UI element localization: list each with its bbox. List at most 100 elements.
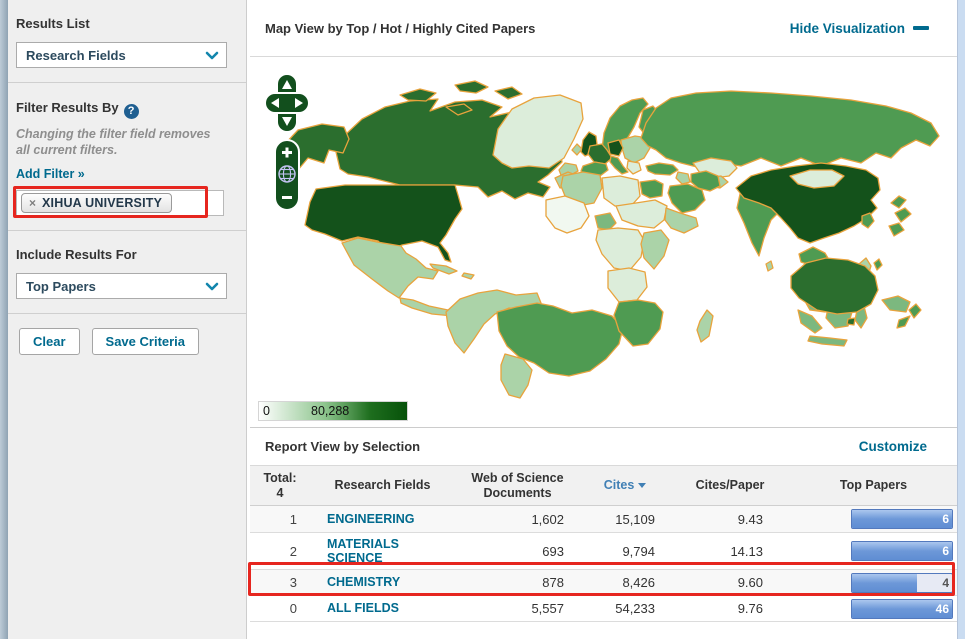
documents-value: 878 [542, 575, 564, 590]
top-papers-bar: 6 [851, 509, 953, 529]
country-angola-zambia[interactable] [607, 267, 648, 303]
save-criteria-button[interactable]: Save Criteria [91, 328, 200, 356]
cites-per-paper-value: 9.43 [737, 511, 763, 527]
filter-section: Filter Results By? Changing the filter f… [8, 82, 246, 230]
country-congo[interactable] [595, 227, 645, 272]
world-choropleth-map[interactable] [250, 57, 957, 428]
map-pan-control[interactable] [264, 73, 310, 133]
include-results-section: Include Results For Top Papers [8, 230, 246, 313]
results-list-select[interactable]: Research Fields [16, 42, 227, 68]
filter-results-label: Filter Results By [16, 100, 119, 115]
scale-min-label: 0 [263, 404, 270, 418]
country-egypt[interactable] [639, 179, 664, 199]
remove-filter-icon[interactable]: × [29, 196, 36, 210]
clear-button[interactable]: Clear [19, 328, 80, 356]
esi-map-report-page: Results List Research Fields Filter Resu… [0, 0, 965, 639]
country-germany[interactable] [607, 139, 624, 157]
country-saudi-arabia[interactable] [667, 183, 706, 214]
country-south-africa[interactable] [613, 299, 664, 347]
add-filter-link[interactable]: Add Filter » [16, 167, 85, 181]
sidebar: Results List Research Fields Filter Resu… [8, 0, 247, 639]
zoom-out-icon[interactable] [282, 196, 292, 199]
country-new-zealand[interactable] [896, 315, 911, 329]
report-header: Report View by Selection Customize [250, 428, 957, 466]
results-list-section: Results List Research Fields [8, 0, 246, 82]
country-arctic-island[interactable] [494, 86, 523, 100]
table-row-chemistry: 3 CHEMISTRY 878 8,426 9.60 4 [250, 570, 957, 596]
country-east-africa[interactable] [640, 229, 670, 270]
country-south-korea[interactable] [861, 212, 875, 229]
top-papers-bar: 4 [851, 572, 953, 593]
cites-per-paper-value: 9.60 [737, 575, 763, 590]
country-new-zealand[interactable] [908, 303, 922, 319]
results-list-label: Results List [16, 16, 90, 31]
map-color-scale: 0 80,288 [258, 401, 408, 421]
column-header-documents: Web of Science Documents [471, 470, 564, 500]
active-filter-area: × XIHUA UNIVERSITY [13, 186, 227, 219]
country-sumatra[interactable] [797, 309, 823, 334]
country-russia[interactable] [640, 90, 940, 169]
column-header-top-papers: Top Papers [839, 478, 908, 492]
field-link[interactable]: ALL FIELDS [310, 601, 455, 615]
map-view-title: Map View by Top / Hot / Highly Cited Pap… [265, 20, 536, 36]
country-libya[interactable] [601, 175, 641, 207]
row-rank: 3 [289, 575, 297, 590]
country-hispaniola[interactable] [461, 272, 475, 280]
country-taiwan[interactable] [873, 258, 883, 271]
country-japan[interactable] [894, 207, 912, 223]
hide-visualization-link[interactable]: Hide Visualization [790, 21, 905, 36]
map-navigation-controls[interactable] [262, 72, 314, 214]
country-sri-lanka[interactable] [765, 260, 774, 272]
country-java[interactable] [807, 335, 848, 347]
field-link[interactable]: ENGINEERING [310, 512, 455, 526]
column-header-research-fields: Research Fields [334, 478, 431, 492]
include-results-select[interactable]: Top Papers [16, 273, 227, 300]
country-australia[interactable] [790, 257, 879, 315]
top-papers-value: 6 [942, 544, 949, 558]
country-tasmania[interactable] [846, 317, 856, 326]
cites-per-paper-value: 14.13 [730, 543, 763, 559]
report-view-title: Report View by Selection [265, 439, 421, 454]
field-link[interactable]: MATERIALS SCIENCE [310, 537, 420, 566]
table-row: 2 MATERIALS SCIENCE 693 9,794 14.13 6 [250, 533, 957, 570]
country-iraq[interactable] [675, 171, 691, 185]
country-nigeria[interactable] [594, 212, 617, 231]
row-rank: 1 [289, 511, 297, 527]
documents-value: 693 [542, 543, 564, 559]
country-new-guinea[interactable] [881, 295, 911, 313]
country-turkey[interactable] [645, 162, 679, 176]
customize-link[interactable]: Customize [859, 439, 927, 454]
window-left-edge [0, 0, 8, 639]
sort-descending-icon [638, 483, 647, 488]
top-papers-value: 4 [942, 575, 949, 590]
cites-value: 54,233 [615, 601, 655, 616]
country-mexico[interactable] [341, 237, 439, 299]
row-rank: 2 [289, 543, 297, 559]
scrollbar[interactable] [957, 0, 965, 639]
country-arctic-island[interactable] [454, 80, 489, 94]
country-madagascar[interactable] [696, 309, 714, 343]
top-papers-value: 6 [942, 512, 949, 526]
chevron-down-icon [205, 51, 219, 59]
field-link[interactable]: CHEMISTRY [310, 575, 455, 589]
country-japan[interactable] [888, 222, 905, 237]
filter-input[interactable]: × XIHUA UNIVERSITY [16, 190, 224, 217]
documents-value: 1,602 [531, 511, 564, 527]
country-sudan-chad[interactable] [615, 199, 668, 229]
country-japan[interactable] [890, 195, 907, 209]
country-greenland[interactable] [492, 94, 584, 169]
sidebar-actions: Clear Save Criteria [8, 313, 246, 356]
include-results-label: Include Results For [16, 247, 137, 263]
column-header-cites-sort[interactable]: Cites [580, 478, 670, 493]
scale-max-label: 80,288 [311, 404, 350, 418]
filter-tag-label: XIHUA UNIVERSITY [42, 196, 163, 211]
collapse-minus-icon[interactable] [913, 26, 929, 30]
documents-value: 5,557 [531, 601, 564, 616]
filter-tag[interactable]: × XIHUA UNIVERSITY [21, 193, 173, 214]
country-ireland[interactable] [571, 143, 583, 156]
cites-per-paper-value: 9.76 [737, 601, 763, 616]
help-icon[interactable]: ? [123, 104, 139, 119]
map-zoom-control[interactable] [274, 139, 300, 211]
table-row: 1 ENGINEERING 1,602 15,109 9.43 6 [250, 506, 957, 533]
country-balkans[interactable] [626, 160, 642, 175]
